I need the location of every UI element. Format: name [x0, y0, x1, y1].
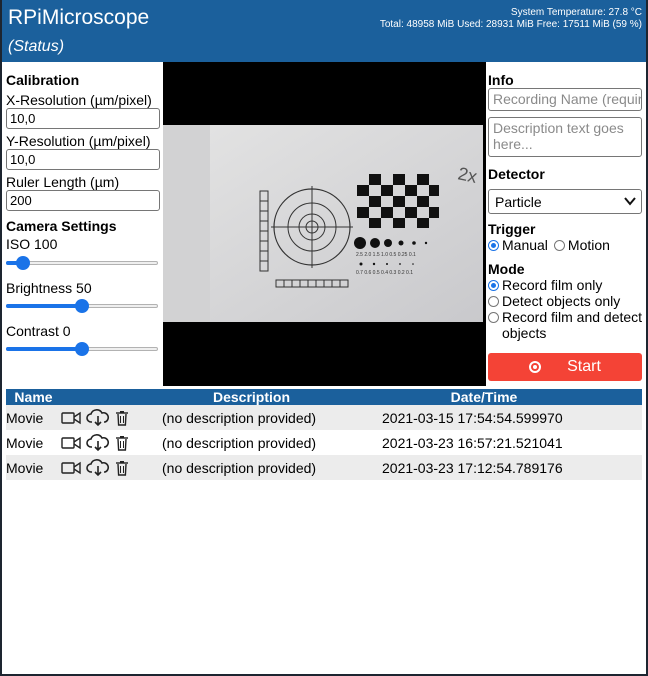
- svg-text:2x: 2x: [456, 163, 479, 187]
- svg-text:2.5 2.0 1.5 1.0 0.5 0.25: 2.5 2.0 1.5 1.0 0.5 0.25 0.1: [356, 252, 416, 258]
- cloud-download-icon[interactable]: [86, 433, 110, 452]
- calibration-target-image: 2.5 2.0 1.5 1.0 0.5 0.25 0.1 0.7 0.6 0.5…: [163, 125, 483, 322]
- trash-icon[interactable]: [115, 410, 129, 426]
- iso-slider[interactable]: [6, 255, 158, 271]
- page-status: (Status): [8, 38, 65, 55]
- row-name: Movie: [6, 409, 44, 426]
- column-header-description: Description: [212, 389, 290, 405]
- detector-selected-value: Particle: [495, 194, 542, 210]
- calibration-panel: Calibration X-Resolution (µm/pixel) Y-Re…: [6, 72, 162, 357]
- contrast-slider-thumb[interactable]: [75, 342, 89, 356]
- detector-select[interactable]: Particle: [488, 189, 642, 214]
- row-name: Movie: [6, 459, 44, 476]
- brightness-label: Brightness 50: [6, 280, 92, 296]
- app-header: RPiMicroscope (Status) System Temperatur…: [0, 0, 648, 62]
- trigger-title: Trigger: [488, 221, 536, 237]
- mode-detect-only-label: Detect objects only: [502, 293, 621, 309]
- contrast-label: Contrast 0: [6, 323, 71, 339]
- memory-usage: Total: 48958 MiB Used: 28931 MiB Free: 1…: [379, 19, 642, 30]
- chevron-down-icon: [624, 197, 636, 206]
- table-row: Movie (no description provided) 2021-03-…: [6, 430, 642, 455]
- row-actions: [61, 458, 162, 477]
- y-resolution-label: Y-Resolution (µm/pixel): [6, 133, 151, 149]
- mode-record-and-detect-label: Record film and detect objects: [502, 309, 643, 341]
- mode-title: Mode: [488, 261, 525, 277]
- trigger-manual-label: Manual: [502, 237, 548, 253]
- video-camera-icon[interactable]: [61, 411, 81, 425]
- trigger-motion-radio[interactable]: [553, 240, 565, 251]
- row-actions: [61, 408, 162, 427]
- brightness-slider-thumb[interactable]: [75, 299, 89, 313]
- ruler-length-label: Ruler Length (µm): [6, 174, 120, 190]
- system-temperature: System Temperature: 27.8 °C: [510, 7, 642, 18]
- iso-label: ISO 100: [6, 236, 58, 252]
- camera-settings-title: Camera Settings: [6, 218, 117, 234]
- mode-record-only-radio[interactable]: [488, 280, 499, 291]
- brightness-slider[interactable]: [6, 298, 158, 314]
- row-datetime: 2021-03-15 17:54:54.599970: [382, 409, 563, 426]
- row-description: (no description provided): [162, 409, 317, 426]
- video-camera-icon[interactable]: [61, 436, 81, 450]
- row-datetime: 2021-03-23 16:57:21.521041: [382, 434, 563, 451]
- trash-icon[interactable]: [115, 460, 129, 476]
- system-info: System Temperature: 27.8 °C Total: 48958…: [380, 7, 642, 31]
- column-header-name: Name: [14, 389, 53, 405]
- row-description: (no description provided): [162, 459, 317, 476]
- mode-detect-only-radio[interactable]: [488, 296, 499, 307]
- recordings-table: Name Description Date/Time Movie (no des…: [6, 389, 642, 480]
- x-resolution-label: X-Resolution (µm/pixel): [6, 92, 152, 108]
- record-icon: [529, 361, 542, 373]
- description-textarea[interactable]: Description text goes here...: [488, 117, 642, 157]
- row-name: Movie: [6, 434, 44, 451]
- calibration-title: Calibration: [6, 72, 80, 88]
- recording-panel: Info Recording Name (required) Descripti…: [488, 72, 644, 381]
- table-body: Movie (no description provided) 2021-03-…: [6, 405, 642, 480]
- mode-record-only-label: Record film only: [502, 277, 603, 293]
- svg-text:0.7 0.6 0.5 0.4 0.3 0.2: 0.7 0.6 0.5 0.4 0.3 0.2 0.1: [356, 270, 413, 276]
- recording-name-input[interactable]: Recording Name (required): [488, 88, 642, 111]
- trigger-manual-radio[interactable]: [488, 240, 499, 251]
- video-camera-icon[interactable]: [61, 461, 81, 475]
- trigger-motion-label: Motion: [567, 237, 610, 253]
- ruler-length-input[interactable]: [6, 190, 160, 211]
- table-row: Movie (no description provided) 2021-03-…: [6, 455, 642, 480]
- cloud-download-icon[interactable]: [86, 458, 110, 477]
- y-resolution-input[interactable]: [6, 149, 160, 170]
- row-description: (no description provided): [162, 434, 317, 451]
- column-header-datetime: Date/Time: [450, 389, 518, 405]
- app-title: RPiMicroscope: [8, 6, 150, 29]
- row-actions: [61, 433, 162, 452]
- row-datetime: 2021-03-23 17:12:54.789176: [382, 459, 563, 476]
- start-button[interactable]: Start: [488, 353, 642, 381]
- trash-icon[interactable]: [115, 435, 129, 451]
- mode-record-and-detect-radio[interactable]: [488, 312, 499, 323]
- x-resolution-input[interactable]: [6, 108, 160, 129]
- detector-title: Detector: [488, 166, 545, 182]
- info-title: Info: [488, 72, 514, 88]
- start-button-label: Start: [567, 358, 601, 375]
- contrast-slider[interactable]: [6, 341, 158, 357]
- camera-preview: 2.5 2.0 1.5 1.0 0.5 0.25 0.1 0.7 0.6 0.5…: [163, 62, 486, 386]
- iso-slider-thumb[interactable]: [15, 256, 30, 270]
- cloud-download-icon[interactable]: [86, 408, 110, 427]
- table-row: Movie (no description provided) 2021-03-…: [6, 405, 642, 430]
- table-header: Name Description Date/Time: [6, 389, 642, 405]
